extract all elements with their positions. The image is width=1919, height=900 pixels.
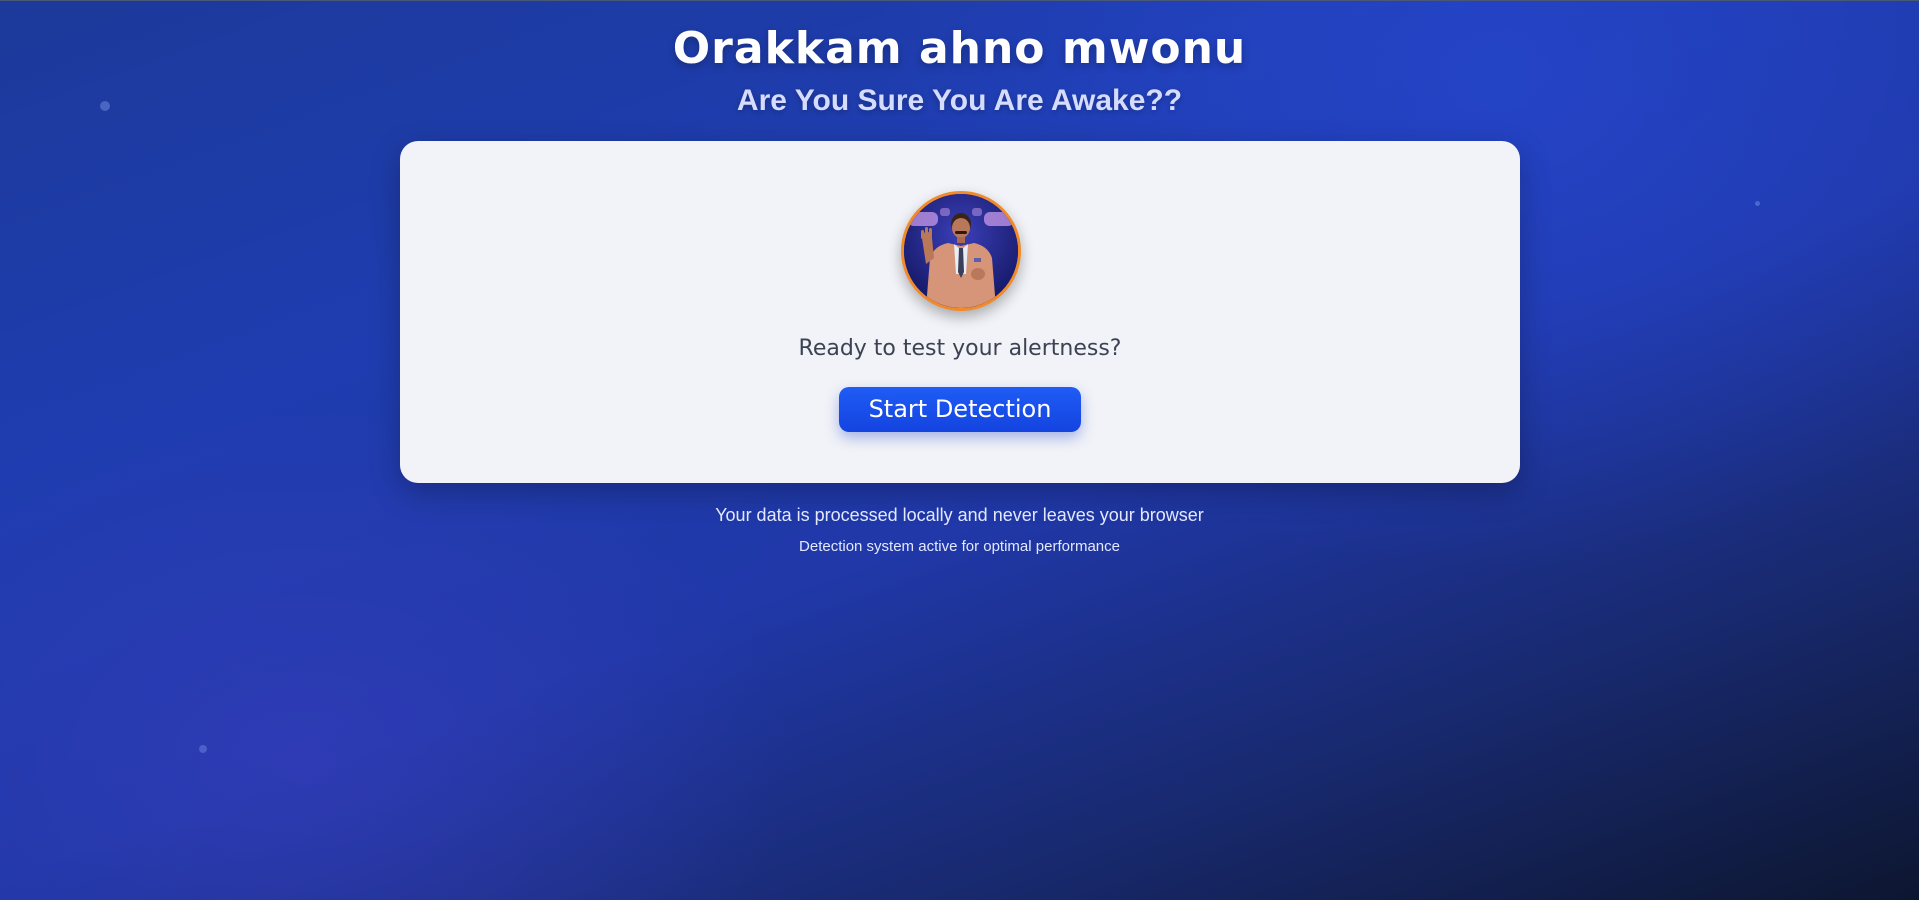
background-dot [199,745,207,753]
presenter-photo-icon [904,194,1018,308]
privacy-note: Your data is processed locally and never… [715,505,1204,525]
detection-card: Ready to test your alertness? Start Dete… [400,141,1520,483]
alertness-prompt: Ready to test your alertness? [798,336,1122,361]
page-subtitle: Are You Sure You Are Awake?? [736,84,1183,117]
page-header: Orakkam ahno mwonu Are You Sure You Are … [0,18,1919,122]
background-dot [1755,201,1760,206]
top-border-line [0,0,1919,1]
presenter-avatar [901,191,1021,311]
start-detection-button[interactable]: Start Detection [839,387,1081,432]
page-title: Orakkam ahno mwonu [672,23,1247,74]
status-note: Detection system active for optimal perf… [799,538,1120,555]
